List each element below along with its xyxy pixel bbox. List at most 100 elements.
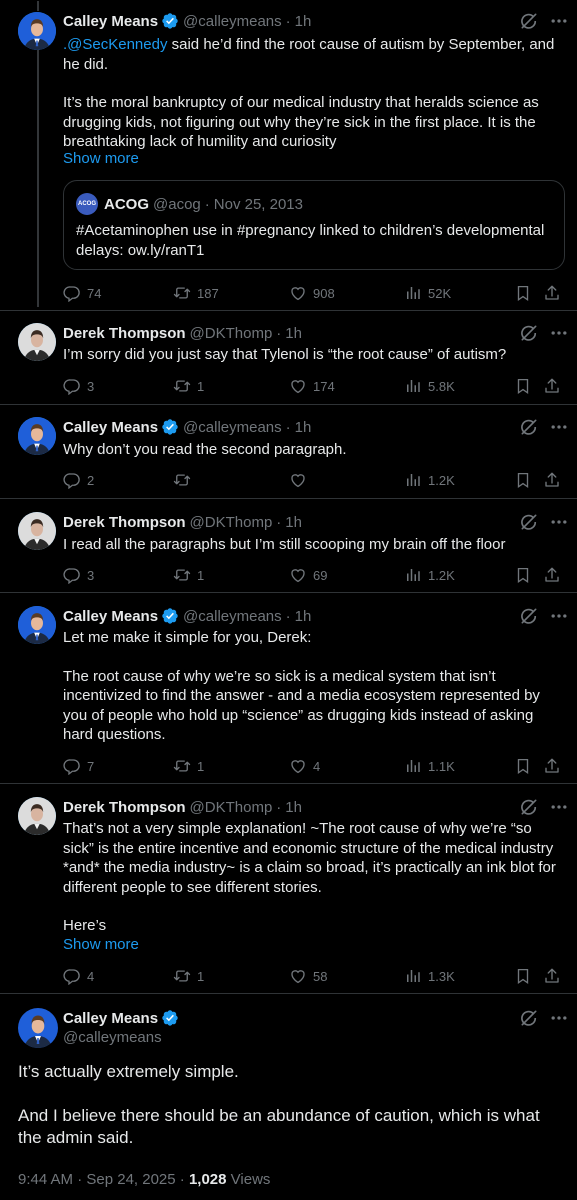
views-button[interactable]: 1.1K [404,757,455,775]
grok-icon[interactable] [519,11,539,31]
tweet-time[interactable]: 1h [285,799,302,816]
reply-button[interactable]: 4 [63,967,94,985]
like-button[interactable]: 908 [289,284,335,302]
bookmark-button[interactable] [514,377,538,395]
like-button[interactable]: 69 [289,566,327,584]
tweet-time[interactable]: 1h [295,419,312,436]
author-name[interactable]: Calley Means [63,1010,158,1027]
like-button[interactable]: 4 [289,757,320,775]
share-button[interactable] [543,377,567,395]
author-name[interactable]: Derek Thompson [63,799,186,816]
grok-icon[interactable] [519,1008,539,1028]
more-icon[interactable] [549,606,569,626]
grok-icon[interactable] [519,417,539,437]
author-handle[interactable]: @DKThomp [190,325,273,342]
avatar[interactable] [18,1008,58,1048]
more-icon[interactable] [549,797,569,817]
views-button[interactable]: 1.2K [404,566,455,584]
tweet-5[interactable]: Calley Means @calleymeans · 1h Let me ma… [0,592,577,782]
more-icon[interactable] [549,11,569,31]
author-handle[interactable]: @calleymeans [183,419,282,436]
reply-icon [63,757,81,775]
share-icon [543,471,561,489]
author-name[interactable]: Derek Thompson [63,325,186,342]
repost-button[interactable] [173,471,197,489]
repost-button[interactable]: 1 [173,377,204,395]
more-icon[interactable] [549,1008,569,1028]
tweet-time[interactable]: 1h [285,325,302,342]
action-bar: 2 1.2K [63,470,563,490]
author-handle[interactable]: @DKThomp [190,799,273,816]
grok-icon[interactable] [519,606,539,626]
share-button[interactable] [543,471,567,489]
tweet-2[interactable]: Derek Thompson @DKThomp · 1h I’m sorry d… [0,310,577,404]
show-more-link[interactable]: Show more [63,150,139,167]
author-handle[interactable]: @DKThomp [190,514,273,531]
repost-button[interactable]: 1 [173,967,204,985]
author-name[interactable]: Derek Thompson [63,514,186,531]
bookmark-button[interactable] [514,967,538,985]
share-icon [543,566,561,584]
quoted-tweet[interactable]: ACOG ACOG @acog · Nov 25, 2013 #Acetamin… [63,180,565,270]
quote-author-handle: @acog [153,195,201,213]
share-button[interactable] [543,284,567,302]
share-button[interactable] [543,566,567,584]
show-more-link[interactable]: Show more [63,936,139,953]
like-button[interactable] [289,471,313,489]
views-button[interactable]: 5.8K [404,377,455,395]
avatar[interactable] [18,797,56,835]
avatar[interactable] [18,512,56,550]
grok-icon[interactable] [519,797,539,817]
repost-button[interactable]: 1 [173,566,204,584]
author-handle[interactable]: @calleymeans [183,13,282,30]
author-name[interactable]: Calley Means [63,419,158,436]
like-button[interactable]: 174 [289,377,335,395]
tweet-time[interactable]: 1h [285,514,302,531]
action-bar: 7 1 4 1.1K [63,756,563,776]
avatar[interactable] [18,323,56,361]
mention-link[interactable]: .@SecKennedy [63,36,167,53]
tweet-time[interactable]: 1h [295,13,312,30]
author-handle[interactable]: @calleymeans [183,608,282,625]
reply-button[interactable]: 7 [63,757,94,775]
views-button[interactable]: 1.2K [404,471,455,489]
avatar[interactable] [18,417,56,455]
bookmark-button[interactable] [514,566,538,584]
repost-button[interactable]: 1 [173,757,204,775]
more-icon[interactable] [549,512,569,532]
bookmark-icon [514,471,532,489]
avatar: ACOG [76,193,98,215]
timestamp[interactable]: 9:44 AM · Sep 24, 2025 · [18,1171,189,1188]
share-button[interactable] [543,757,567,775]
views-button[interactable]: 1.3K [404,967,455,985]
reply-icon [63,967,81,985]
views-button[interactable]: 52K [404,284,451,302]
more-icon[interactable] [549,323,569,343]
avatar[interactable] [18,12,56,50]
tweet-time[interactable]: 1h [295,608,312,625]
tweet-6[interactable]: Derek Thompson @DKThomp · 1h That’s not … [0,783,577,991]
author-name[interactable]: Calley Means [63,13,158,30]
reply-button[interactable]: 3 [63,377,94,395]
avatar[interactable] [18,606,56,644]
tweet-4[interactable]: Derek Thompson @DKThomp · 1h I read all … [0,498,577,592]
reply-button[interactable]: 2 [63,471,94,489]
author-name[interactable]: Calley Means [63,608,158,625]
reply-button[interactable]: 3 [63,566,94,584]
bookmark-button[interactable] [514,471,538,489]
reply-button[interactable]: 74 [63,284,101,302]
author-handle[interactable]: @calleymeans [63,1029,162,1046]
like-button[interactable]: 58 [289,967,327,985]
grok-icon[interactable] [519,323,539,343]
like-icon [289,377,307,395]
share-icon [543,757,561,775]
repost-button[interactable]: 187 [173,284,219,302]
tweet-1[interactable]: Calley Means @calleymeans · 1h .@SecKenn… [0,0,577,307]
tweet-text: .@SecKennedy said he’d find the root cau… [63,36,555,150]
grok-icon[interactable] [519,512,539,532]
tweet-3[interactable]: Calley Means @calleymeans · 1h Why don’t… [0,404,577,498]
bookmark-button[interactable] [514,284,538,302]
more-icon[interactable] [549,417,569,437]
bookmark-button[interactable] [514,757,538,775]
share-button[interactable] [543,967,567,985]
